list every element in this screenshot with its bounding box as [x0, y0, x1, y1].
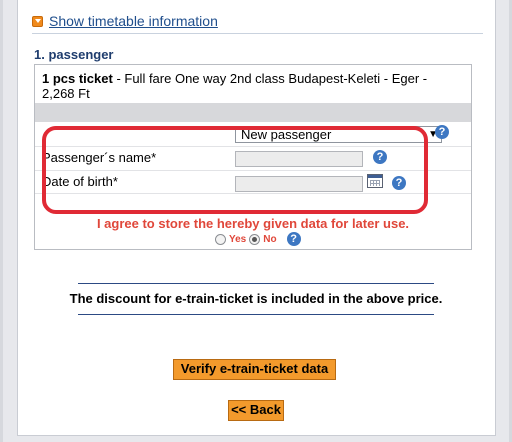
verify-button[interactable]: Verify e-train-ticket data [173, 359, 336, 380]
help-icon[interactable]: ? [435, 125, 449, 139]
passenger-box: 1 pcs ticket - Full fare One way 2nd cla… [34, 64, 472, 250]
radio-no[interactable] [249, 233, 261, 245]
left-rail [0, 0, 3, 442]
row-divider [35, 193, 471, 194]
discount-note: The discount for e-train-ticket is inclu… [69, 291, 443, 306]
passenger-select-value: New passenger [241, 127, 332, 142]
radio-yes[interactable] [215, 233, 226, 245]
timetable-link[interactable]: Show timetable information [49, 13, 218, 29]
radio-yes-label: Yes [229, 233, 247, 245]
ticket-count: 1 pcs ticket [42, 71, 113, 86]
radio-no-label: No [263, 233, 277, 245]
store-help-icon[interactable]: ? [286, 232, 301, 246]
dob-help-icon[interactable]: ? [392, 176, 406, 190]
row-divider [35, 146, 471, 147]
passenger-select[interactable]: New passenger ▼ [235, 126, 442, 143]
name-field[interactable] [235, 151, 363, 167]
name-label: Passenger´s name* [42, 150, 157, 165]
section-divider [32, 33, 483, 34]
store-data-radio-group: Yes No ? [215, 232, 301, 246]
ticket-description: 1 pcs ticket - Full fare One way 2nd cla… [42, 71, 462, 101]
gray-separator [35, 103, 471, 122]
dob-label: Date of birth* [42, 174, 118, 189]
agree-text: I agree to store the hereby given data f… [96, 216, 410, 231]
name-help-icon[interactable]: ? [373, 150, 387, 164]
passenger-section-title: 1. passenger [34, 47, 114, 62]
calendar-icon[interactable] [367, 174, 383, 188]
timetable-toggle[interactable]: Show timetable information [32, 13, 218, 29]
row-divider [35, 170, 471, 171]
back-button[interactable]: << Back [228, 400, 284, 421]
expand-icon[interactable] [32, 15, 43, 27]
discount-divider-top [78, 283, 434, 284]
dob-field[interactable] [235, 176, 363, 192]
discount-divider-bottom [78, 314, 434, 315]
